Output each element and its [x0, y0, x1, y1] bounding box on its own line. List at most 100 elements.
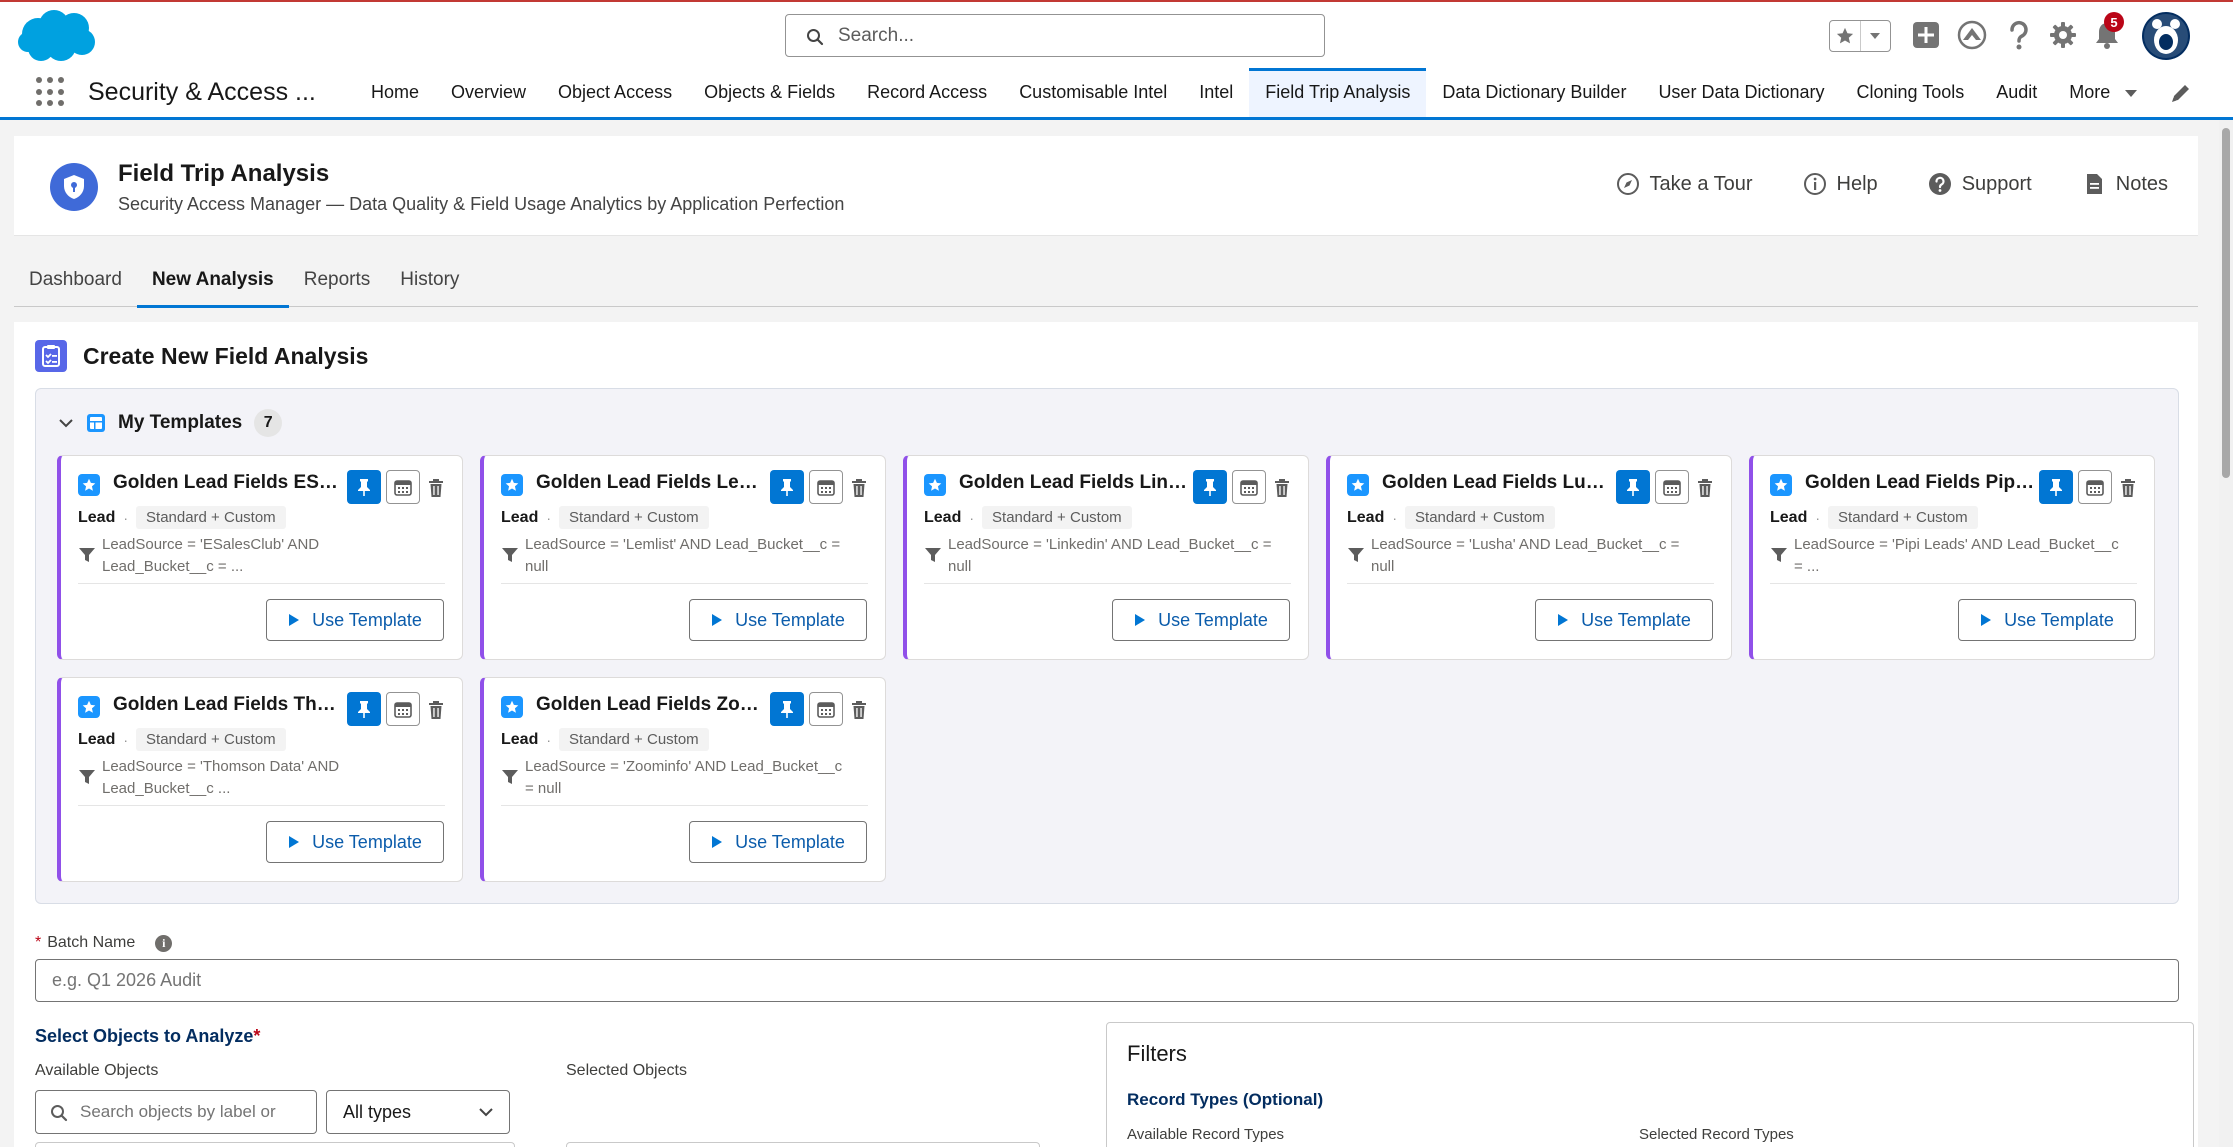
scrollbar-thumb[interactable]	[2222, 128, 2230, 478]
nav-item-user-data-dictionary[interactable]: User Data Dictionary	[1642, 68, 1840, 117]
global-header: 5	[0, 2, 2233, 68]
selected-objects-list[interactable]	[566, 1142, 1040, 1147]
delete-trash-icon[interactable]	[2119, 478, 2137, 498]
object-type-select[interactable]: All types	[326, 1090, 510, 1134]
use-template-label: Use Template	[312, 609, 422, 630]
schedule-calendar-icon[interactable]	[809, 470, 843, 504]
pin-icon[interactable]	[347, 692, 381, 726]
star-favorite-icon[interactable]	[501, 696, 523, 718]
global-search-input[interactable]	[838, 23, 1308, 49]
pin-icon[interactable]	[1193, 470, 1227, 504]
delete-trash-icon[interactable]	[1696, 478, 1714, 498]
pin-icon[interactable]	[770, 692, 804, 726]
take-a-tour-button[interactable]: Take a Tour	[1616, 172, 1753, 196]
star-favorite-icon[interactable]	[1770, 474, 1792, 496]
template-scope-pill: Standard + Custom	[982, 506, 1132, 529]
object-search[interactable]	[35, 1090, 317, 1134]
app-name: Security & Access ...	[88, 78, 316, 106]
use-template-button[interactable]: Use Template	[1958, 599, 2136, 641]
delete-trash-icon[interactable]	[850, 700, 868, 720]
schedule-calendar-icon[interactable]	[386, 692, 420, 726]
delete-trash-icon[interactable]	[427, 700, 445, 720]
shield-icon	[50, 163, 98, 211]
schedule-calendar-icon[interactable]	[386, 470, 420, 504]
star-favorite-icon[interactable]	[501, 474, 523, 496]
play-icon	[289, 836, 300, 848]
pin-icon[interactable]	[2039, 470, 2073, 504]
trailhead-icon[interactable]	[1955, 18, 1989, 52]
nav-item-intel[interactable]: Intel	[1183, 68, 1249, 117]
favorites-group	[1829, 20, 1891, 52]
nav-item-home[interactable]: Home	[355, 68, 435, 117]
available-objects-list[interactable]	[35, 1142, 515, 1147]
tab-reports[interactable]: Reports	[289, 252, 386, 307]
object-search-input[interactable]	[80, 1100, 308, 1124]
use-template-button[interactable]: Use Template	[266, 821, 444, 863]
schedule-calendar-icon[interactable]	[1232, 470, 1266, 504]
star-favorite-icon[interactable]	[78, 696, 100, 718]
global-search[interactable]	[785, 14, 1325, 57]
page-scrollbar[interactable]	[2219, 120, 2233, 1147]
nav-item-cloning-tools[interactable]: Cloning Tools	[1841, 68, 1981, 117]
edit-nav-pencil-icon[interactable]	[2170, 82, 2192, 104]
use-template-button[interactable]: Use Template	[689, 821, 867, 863]
star-favorite-icon[interactable]	[1347, 474, 1369, 496]
nav-item-customisable-intel[interactable]: Customisable Intel	[1003, 68, 1183, 117]
tab-dashboard[interactable]: Dashboard	[14, 252, 137, 307]
use-template-button[interactable]: Use Template	[689, 599, 867, 641]
use-template-button[interactable]: Use Template	[1112, 599, 1290, 641]
filter-funnel-icon	[1348, 548, 1364, 562]
required-asterisk: *	[35, 934, 42, 951]
info-icon[interactable]: i	[155, 934, 173, 952]
schedule-calendar-icon[interactable]	[1655, 470, 1689, 504]
required-asterisk: *	[253, 1026, 261, 1046]
separator-dot: ·	[1815, 509, 1821, 526]
star-favorite-icon[interactable]	[78, 474, 100, 496]
support-label: Support	[1961, 172, 2032, 195]
app-launcher-icon[interactable]	[36, 77, 66, 107]
notes-button[interactable]: Notes	[2082, 172, 2168, 196]
nav-item-objects-fields[interactable]: Objects & Fields	[688, 68, 851, 117]
delete-trash-icon[interactable]	[427, 478, 445, 498]
salesforce-cloud-logo[interactable]	[16, 8, 98, 64]
pin-icon[interactable]	[1616, 470, 1650, 504]
tab-new-analysis[interactable]: New Analysis	[136, 252, 289, 308]
favorites-dropdown-icon[interactable]	[1859, 21, 1890, 51]
use-template-button[interactable]: Use Template	[1535, 599, 1713, 641]
use-template-button[interactable]: Use Template	[266, 599, 444, 641]
chevron-down-icon[interactable]	[58, 415, 74, 431]
help-icon[interactable]	[2002, 18, 2036, 52]
nav-item-field-trip-analysis[interactable]: Field Trip Analysis	[1249, 68, 1427, 117]
templates-header[interactable]: My Templates 7	[58, 409, 283, 437]
delete-trash-icon[interactable]	[1273, 478, 1291, 498]
nav-item-more[interactable]: More	[2053, 68, 2154, 117]
nav-item-record-access[interactable]: Record Access	[851, 68, 1003, 117]
analysis-tabs: Dashboard New Analysis Reports History	[14, 252, 2198, 308]
batch-name-input[interactable]	[35, 959, 2179, 1002]
nav-item-data-dictionary-builder[interactable]: Data Dictionary Builder	[1426, 68, 1642, 117]
template-meta: Lead · Standard + Custom	[78, 506, 286, 529]
tab-history[interactable]: History	[385, 252, 474, 307]
pin-icon[interactable]	[347, 470, 381, 504]
pin-icon[interactable]	[770, 470, 804, 504]
support-button[interactable]: Support	[1928, 172, 2032, 196]
schedule-calendar-icon[interactable]	[2078, 470, 2112, 504]
delete-trash-icon[interactable]	[850, 478, 868, 498]
template-meta: Lead · Standard + Custom	[924, 506, 1132, 529]
star-favorite-icon[interactable]	[924, 474, 946, 496]
template-object: Lead	[1347, 508, 1385, 526]
favorites-star-icon[interactable]	[1830, 21, 1860, 51]
template-object: Lead	[78, 730, 116, 748]
global-actions-plus-icon[interactable]	[1909, 18, 1943, 52]
setup-gear-icon[interactable]	[2046, 18, 2080, 52]
help-button[interactable]: Help	[1803, 172, 1878, 196]
use-template-label: Use Template	[735, 609, 845, 630]
play-icon	[1135, 614, 1146, 626]
nav-item-audit[interactable]: Audit	[1980, 68, 2053, 117]
separator-dot: ·	[123, 509, 129, 526]
nav-item-object-access[interactable]: Object Access	[542, 68, 688, 117]
nav-item-overview[interactable]: Overview	[435, 68, 542, 117]
available-objects-label: Available Objects	[35, 1062, 159, 1079]
schedule-calendar-icon[interactable]	[809, 692, 843, 726]
user-avatar[interactable]	[2142, 12, 2190, 60]
